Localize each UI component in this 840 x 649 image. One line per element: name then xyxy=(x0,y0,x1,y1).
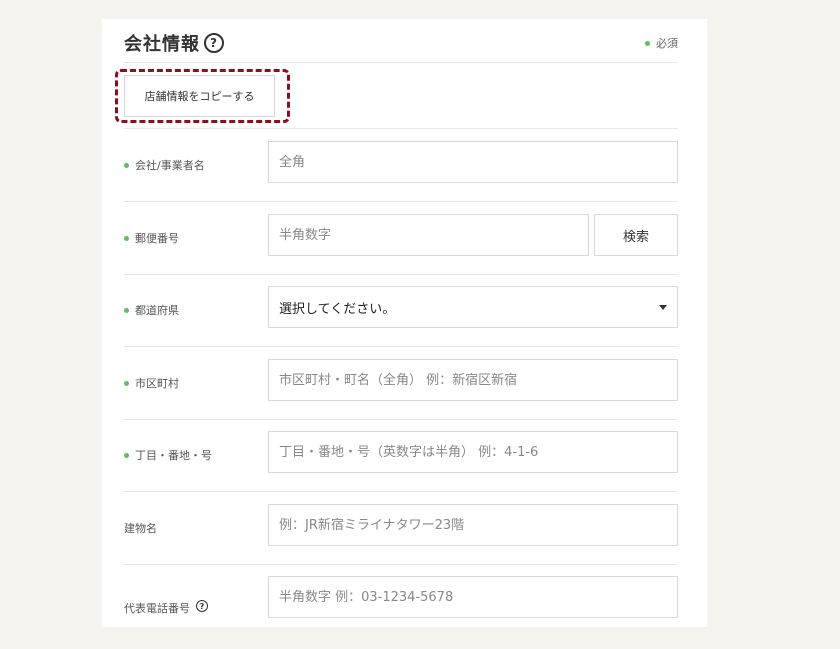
prefecture-select[interactable]: 選択してください。 xyxy=(268,286,678,328)
building-input[interactable] xyxy=(268,504,678,546)
section-title-text: 会社情報 xyxy=(124,34,200,55)
phone-label-text: 代表電話番号 xyxy=(124,602,190,615)
postal-code-label: 郵便番号 xyxy=(124,202,264,274)
company-name-label-text: 会社/事業者名 xyxy=(135,159,205,172)
phone-label: 代表電話番号 ? xyxy=(124,564,264,636)
row-company-name: 会社/事業者名 xyxy=(124,129,678,202)
row-building: 建物名 xyxy=(124,492,678,565)
prefecture-selected-value: 選択してください。 xyxy=(279,301,396,317)
required-dot-icon xyxy=(124,380,129,386)
company-name-label: 会社/事業者名 xyxy=(124,129,264,201)
address-label-text: 丁目・番地・号 xyxy=(135,449,212,462)
company-name-input[interactable] xyxy=(268,141,678,183)
prefecture-label: 都道府県 xyxy=(124,274,264,346)
required-legend: 必須 xyxy=(645,35,678,51)
row-address: 丁目・番地・号 xyxy=(124,419,678,492)
copy-store-info-button[interactable]: 店舗情報をコピーする xyxy=(124,75,275,117)
required-dot-icon xyxy=(645,40,650,46)
city-label: 市区町村 xyxy=(124,347,264,419)
card-content: 会社情報 ? 必須 店舗情報をコピーする 会社/事業者名 郵便番号 xyxy=(115,19,678,627)
row-postal-code: 郵便番号 検索 xyxy=(124,202,678,275)
city-label-text: 市区町村 xyxy=(135,377,179,390)
required-dot-icon xyxy=(124,235,129,241)
required-dot-icon xyxy=(124,452,129,458)
city-input[interactable] xyxy=(268,359,678,401)
help-icon[interactable]: ? xyxy=(204,33,224,53)
section-title: 会社情報 ? xyxy=(124,30,224,56)
prefecture-label-text: 都道府県 xyxy=(135,304,179,317)
required-dot-icon xyxy=(124,162,129,168)
row-city: 市区町村 xyxy=(124,347,678,420)
building-label: 建物名 xyxy=(124,492,264,564)
section-header: 会社情報 ? 必須 xyxy=(124,19,678,63)
postal-search-button[interactable]: 検索 xyxy=(594,214,678,256)
address-label: 丁目・番地・号 xyxy=(124,419,264,491)
help-icon[interactable]: ? xyxy=(196,600,208,612)
required-legend-text: 必須 xyxy=(656,37,678,50)
company-info-card: 会社情報 ? 必須 店舗情報をコピーする 会社/事業者名 郵便番号 xyxy=(102,19,707,627)
building-label-text: 建物名 xyxy=(124,522,157,535)
address-input[interactable] xyxy=(268,431,678,473)
copy-area: 店舗情報をコピーする xyxy=(115,62,678,129)
postal-code-label-text: 郵便番号 xyxy=(135,232,179,245)
chevron-down-icon xyxy=(659,304,667,310)
required-dot-icon xyxy=(124,307,129,313)
row-prefecture: 都道府県 選択してください。 xyxy=(124,274,678,347)
phone-input[interactable] xyxy=(268,576,678,618)
row-phone: 代表電話番号 ? xyxy=(124,564,678,636)
postal-code-input[interactable] xyxy=(268,214,589,256)
